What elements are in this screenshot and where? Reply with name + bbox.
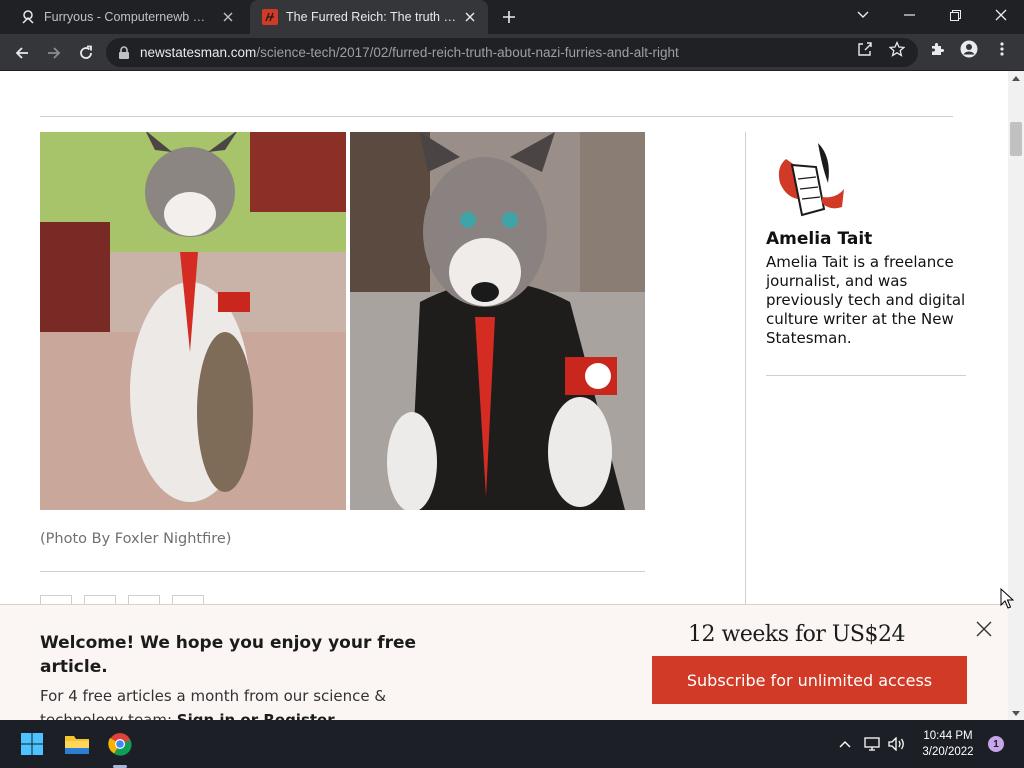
tab-title: The Furred Reich: The truth abou (286, 10, 456, 24)
file-explorer-icon[interactable] (61, 728, 93, 760)
forward-button[interactable] (40, 39, 68, 67)
photo-caption: (Photo By Foxler Nightfire) (40, 531, 232, 547)
minimize-button[interactable] (886, 0, 932, 30)
signin-register-link[interactable]: Sign in or Register (177, 711, 335, 720)
clock-time: 10:44 PM (923, 730, 973, 742)
author-name[interactable]: Amelia Tait (766, 229, 872, 249)
bookmark-star-icon[interactable] (888, 40, 906, 58)
divider (40, 571, 645, 572)
close-tab-icon[interactable] (220, 9, 236, 25)
clock-date: 3/20/2022 (922, 746, 974, 758)
author-bio: Amelia Tait is a freelance journalist, a… (766, 253, 966, 347)
system-clock[interactable]: 10:44 PM 3/20/2022 (916, 728, 980, 760)
subscribe-banner: Welcome! We hope you enjoy your free art… (0, 604, 1008, 720)
url-path: /science-tech/2017/02/furred-reich-truth… (256, 45, 679, 60)
scroll-up-icon[interactable] (1008, 71, 1024, 85)
subscription-price: 12 weeks for US$24 (688, 622, 905, 647)
tab-strip: Furryous - Computernewb Wiki The Furred … (0, 0, 1024, 34)
scroll-down-icon[interactable] (1008, 706, 1024, 720)
profile-icon[interactable] (960, 40, 978, 58)
divider (766, 375, 966, 376)
reload-button[interactable] (72, 39, 100, 67)
scroll-thumb[interactable] (1010, 122, 1022, 156)
lock-icon[interactable] (118, 45, 130, 60)
divider (40, 116, 953, 117)
mouse-cursor-icon (1000, 587, 1015, 610)
author-avatar[interactable] (772, 137, 848, 219)
page-viewport: (Photo By Foxler Nightfire) Amelia Tait … (0, 71, 1008, 720)
close-tab-icon[interactable] (462, 9, 478, 25)
close-window-button[interactable] (978, 0, 1024, 30)
volume-icon[interactable] (882, 728, 912, 760)
subscribe-button[interactable]: Subscribe for unlimited access (652, 656, 967, 704)
url-host: newstatesman.com (140, 45, 257, 60)
notification-badge[interactable]: 1 (988, 736, 1004, 752)
tab-furryous-wiki[interactable]: Furryous - Computernewb Wiki (8, 0, 246, 34)
address-bar[interactable]: newstatesman.com/science-tech/2017/02/fu… (106, 38, 918, 67)
windows-taskbar: 10:44 PM 3/20/2022 (0, 720, 1024, 768)
newstatesman-icon (262, 9, 278, 25)
back-button[interactable] (8, 39, 36, 67)
tab-furred-reich[interactable]: The Furred Reich: The truth abou (250, 0, 488, 34)
menu-kebab-icon[interactable] (993, 40, 1011, 58)
share-icon[interactable] (856, 40, 874, 58)
banner-body: For 4 free articles a month from our sci… (40, 684, 440, 720)
windows-start-icon[interactable] (16, 728, 48, 760)
banner-headline: Welcome! We hope you enjoy your free art… (40, 633, 417, 677)
close-icon[interactable] (973, 618, 995, 640)
tab-search-icon[interactable] (840, 0, 886, 30)
page-scrollbar[interactable] (1008, 71, 1024, 720)
tab-title: Furryous - Computernewb Wiki (44, 10, 214, 24)
sidebar-divider (745, 132, 746, 632)
tray-chevron-up-icon[interactable] (830, 728, 860, 760)
browser-toolbar: newstatesman.com/science-tech/2017/02/fu… (0, 34, 1024, 71)
article-photo[interactable] (40, 132, 645, 510)
extensions-icon[interactable] (928, 40, 946, 58)
wiki-icon (20, 9, 36, 25)
new-tab-button[interactable] (498, 6, 520, 28)
chrome-icon[interactable] (104, 728, 136, 760)
restore-button[interactable] (932, 0, 978, 30)
